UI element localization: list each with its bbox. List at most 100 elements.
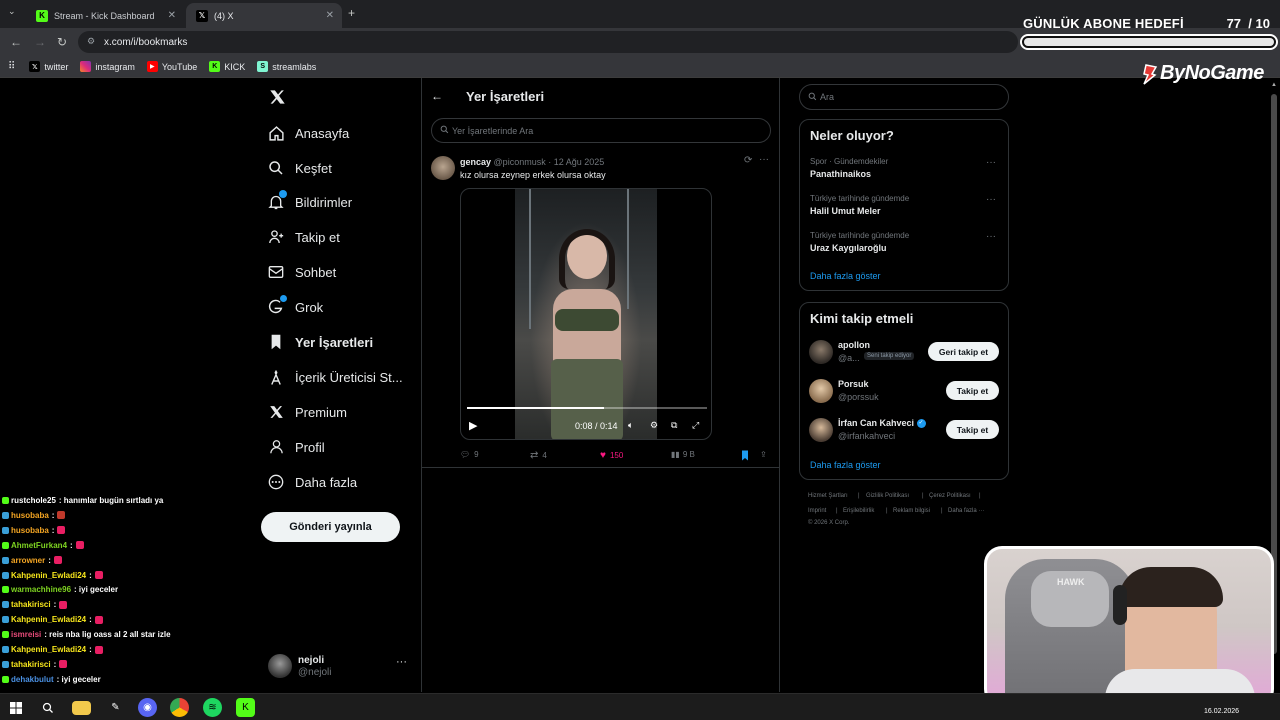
volume-icon[interactable]: 🔈︎ bbox=[628, 420, 633, 431]
windows-start-icon[interactable] bbox=[6, 698, 25, 717]
nav-item-more[interactable]: Daha fazla bbox=[266, 466, 357, 498]
tweet-date[interactable]: · 12 Ağu 2025 bbox=[548, 157, 604, 167]
chrome-icon[interactable] bbox=[170, 698, 189, 717]
bookmark-streamlabs[interactable]: Sstreamlabs bbox=[257, 61, 316, 72]
bookmark-twitter[interactable]: 𝕏twitter bbox=[29, 61, 68, 72]
video-player[interactable]: ▶ 0:08 / 0:14 🔈︎ ⚙︎ ⧉ ⤢ bbox=[460, 188, 712, 440]
who-name[interactable]: apollon bbox=[838, 340, 870, 350]
app-icon[interactable]: ✎ bbox=[106, 698, 125, 717]
tab-kick-dashboard[interactable]: K Stream - Kick Dashboard ✕ bbox=[26, 3, 184, 28]
chat-username[interactable]: husobaba bbox=[11, 526, 49, 535]
chat-username[interactable]: husobaba bbox=[11, 511, 49, 520]
site-info-icon[interactable]: ⚙ bbox=[87, 36, 95, 47]
tweet-handle[interactable]: @piconmusk bbox=[494, 157, 546, 167]
follow-button[interactable]: Takip et bbox=[946, 420, 999, 439]
chat-username[interactable]: rustchole25 bbox=[11, 496, 56, 505]
nav-item-bookmarks[interactable]: Yer İşaretleri bbox=[266, 326, 373, 358]
bookmark-button[interactable] bbox=[741, 450, 749, 461]
more-options-icon[interactable]: ··· bbox=[986, 231, 996, 242]
file-explorer-icon[interactable] bbox=[72, 701, 91, 715]
chat-username[interactable]: tahakirisci bbox=[11, 660, 51, 669]
bookmark-youtube[interactable]: ▶ YouTube bbox=[146, 61, 197, 72]
bookmark-instagram[interactable]: instagram bbox=[80, 61, 135, 72]
nav-item-profile[interactable]: Profil bbox=[266, 431, 325, 463]
close-icon[interactable]: ✕ bbox=[326, 10, 334, 21]
show-more-link[interactable]: Daha fazla göster bbox=[810, 460, 881, 470]
nav-item-chat[interactable]: Sohbet bbox=[266, 256, 336, 288]
reload-icon[interactable]: ↻ bbox=[57, 35, 67, 49]
more-options-icon[interactable]: ··· bbox=[759, 154, 769, 165]
trend-name[interactable]: Uraz Kaygılaroğlu bbox=[810, 243, 887, 253]
chat-username[interactable]: Kahpenin_Ewladi24 bbox=[11, 571, 86, 580]
follow-back-button[interactable]: Geri takip et bbox=[928, 342, 999, 361]
forward-icon[interactable]: → bbox=[34, 35, 46, 49]
avatar[interactable] bbox=[431, 156, 455, 180]
show-more-link[interactable]: Daha fazla göster bbox=[810, 271, 881, 281]
url-input[interactable]: ⚙ x.com/i/bookmarks bbox=[78, 31, 1018, 53]
back-icon[interactable]: ← bbox=[10, 35, 22, 49]
nav-item-creator-studio[interactable]: İçerik Üreticisi St... bbox=[266, 361, 403, 393]
chat-username[interactable]: AhmetFurkan4 bbox=[11, 541, 67, 550]
trend-name[interactable]: Halil Umut Meler bbox=[810, 206, 881, 216]
tweet-author[interactable]: gencay bbox=[460, 157, 491, 167]
account-switcher[interactable]: nejoli @nejoli ··· bbox=[266, 652, 416, 682]
like-button[interactable]: ♥ 150 bbox=[600, 450, 623, 461]
video-progress-track[interactable] bbox=[467, 407, 707, 409]
close-icon[interactable]: ✕ bbox=[168, 10, 176, 21]
more-options-icon[interactable]: ··· bbox=[396, 656, 407, 668]
footer-link[interactable]: Reklam bilgisi bbox=[893, 508, 930, 514]
chat-username[interactable]: tahakirisci bbox=[11, 600, 51, 609]
trend-name[interactable]: Panathinaikos bbox=[810, 169, 871, 179]
play-icon[interactable]: ▶ bbox=[469, 419, 477, 432]
x-logo-icon[interactable] bbox=[266, 86, 288, 108]
chat-username[interactable]: ismreisi bbox=[11, 630, 41, 639]
kick-icon[interactable]: K bbox=[236, 698, 255, 717]
chat-username[interactable]: Kahpenin_Ewladi24 bbox=[11, 645, 86, 654]
avatar[interactable] bbox=[809, 418, 833, 442]
views-button[interactable]: ▮▮ 9 B bbox=[671, 450, 695, 459]
reply-button[interactable]: 💬︎ 9 bbox=[460, 450, 479, 459]
chat-username[interactable]: Kahpenin_Ewladi24 bbox=[11, 615, 86, 624]
nav-item-explore[interactable]: Keşfet bbox=[266, 152, 332, 184]
footer-link[interactable]: Çerez Politikası bbox=[929, 493, 971, 499]
retweet-button[interactable]: ⇄ 4 bbox=[530, 450, 547, 461]
footer-link[interactable]: Erişilebilirlik bbox=[843, 508, 874, 514]
fullscreen-icon[interactable]: ⤢ bbox=[692, 420, 699, 431]
post-button[interactable]: Gönderi yayınla bbox=[261, 512, 400, 542]
nav-item-follow[interactable]: Takip et bbox=[266, 221, 340, 253]
discord-icon[interactable]: ◉ bbox=[138, 698, 157, 717]
more-options-icon[interactable]: ··· bbox=[986, 194, 996, 205]
avatar[interactable] bbox=[809, 340, 833, 364]
nav-item-notifications[interactable]: Bildirimler bbox=[266, 186, 352, 218]
scroll-up-icon[interactable]: ▲ bbox=[1271, 82, 1277, 88]
back-arrow-icon[interactable]: ← bbox=[431, 89, 443, 103]
share-button[interactable]: ⇪ bbox=[760, 450, 767, 459]
search-input[interactable]: Ara bbox=[799, 84, 1009, 110]
bookmark-kick[interactable]: K KICK bbox=[209, 61, 245, 72]
more-options-icon[interactable]: ··· bbox=[986, 157, 996, 168]
settings-icon[interactable]: ⚙︎ bbox=[650, 420, 658, 431]
grok-icon[interactable]: ⟳ bbox=[744, 155, 752, 166]
tweet[interactable]: gencay @piconmusk · 12 Ağu 2025 ⟳ ··· kı… bbox=[422, 150, 779, 468]
nav-item-premium[interactable]: Premium bbox=[266, 396, 347, 428]
footer-link[interactable]: Gizlilik Politikası bbox=[866, 493, 909, 499]
chat-username[interactable]: arrowner bbox=[11, 556, 45, 565]
footer-link[interactable]: Hizmet Şartları bbox=[808, 493, 848, 499]
chat-username[interactable]: dehakbulut bbox=[11, 675, 54, 684]
tab-x[interactable]: 𝕏 (4) X ✕ bbox=[186, 3, 342, 28]
footer-link[interactable]: Imprint bbox=[808, 508, 826, 514]
follow-button[interactable]: Takip et bbox=[946, 381, 999, 400]
nav-item-home[interactable]: Anasayfa bbox=[266, 117, 349, 149]
search-icon[interactable] bbox=[38, 698, 57, 717]
apps-icon[interactable]: ⠿ bbox=[8, 61, 15, 72]
nav-item-grok[interactable]: Grok bbox=[266, 291, 323, 323]
who-name[interactable]: İrfan Can Kahveci ✓ bbox=[838, 418, 926, 429]
chat-username[interactable]: warmachhine96 bbox=[11, 585, 71, 594]
new-tab-button[interactable]: + bbox=[348, 6, 355, 20]
who-name[interactable]: Porsuk bbox=[838, 379, 869, 389]
bookmarks-search-input[interactable]: Yer İşaretlerinde Ara bbox=[431, 118, 771, 143]
spotify-icon[interactable]: ≋ bbox=[203, 698, 222, 717]
tab-search-icon[interactable]: ⌄ bbox=[8, 6, 16, 17]
avatar[interactable] bbox=[809, 379, 833, 403]
picture-in-picture-icon[interactable]: ⧉ bbox=[671, 420, 677, 431]
